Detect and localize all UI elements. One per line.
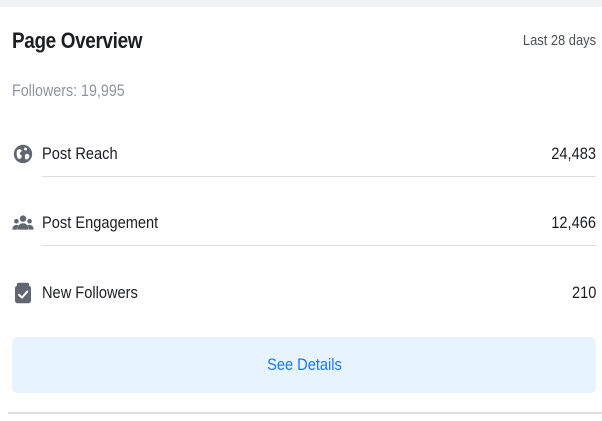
- date-range-label[interactable]: Last 28 days: [523, 32, 596, 49]
- globe-icon: [12, 143, 34, 165]
- row-divider: [42, 176, 596, 177]
- page-title: Page Overview: [12, 28, 143, 53]
- post-reach-label: Post Reach: [42, 144, 118, 163]
- metric-row-post-engagement: Post Engagement 12,466: [12, 200, 598, 246]
- see-details-label: See Details: [266, 355, 342, 374]
- row-divider: [42, 245, 596, 246]
- new-followers-label: New Followers: [42, 283, 138, 302]
- people-icon: [12, 212, 34, 234]
- top-strip: [0, 0, 602, 7]
- see-details-button[interactable]: See Details: [12, 337, 596, 393]
- post-engagement-value: 12,466: [551, 213, 596, 232]
- new-followers-value: 210: [571, 283, 596, 302]
- card-bottom-border: [8, 412, 602, 414]
- post-engagement-label: Post Engagement: [42, 213, 159, 232]
- metric-row-post-reach: Post Reach 24,483: [12, 131, 598, 177]
- followers-count: Followers: 19,995: [12, 81, 125, 100]
- checkbox-icon: [12, 282, 34, 304]
- card-header: Page Overview Last 28 days: [12, 28, 596, 68]
- metric-row-new-followers: New Followers 210: [12, 270, 598, 316]
- post-reach-value: 24,483: [551, 144, 596, 163]
